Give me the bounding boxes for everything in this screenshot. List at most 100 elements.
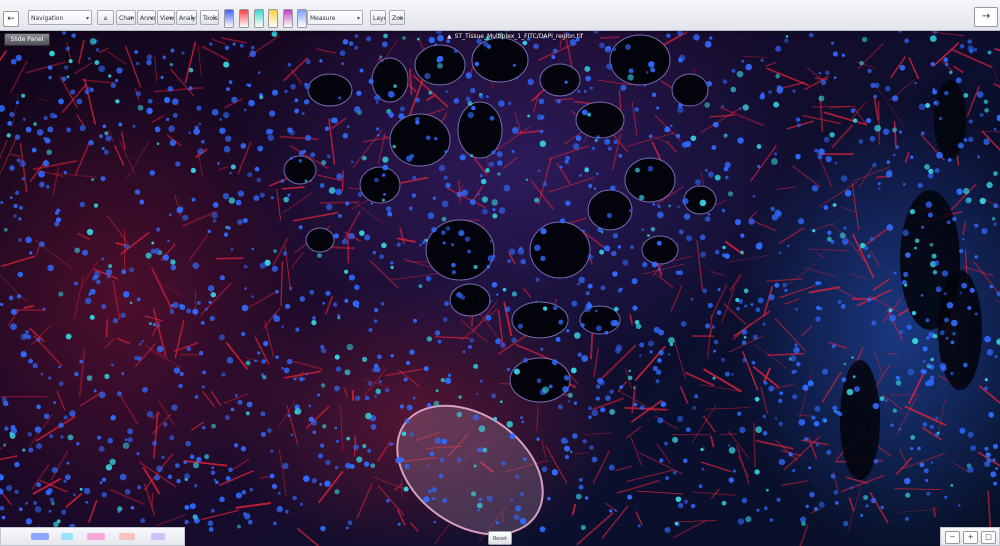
zoom-out-icon[interactable]: − xyxy=(945,531,960,544)
stroma-fibre xyxy=(908,57,920,80)
image-viewport[interactable] xyxy=(0,0,1000,546)
expand-triangle-icon[interactable]: ▲ xyxy=(447,32,452,42)
channel-cy5-toggle[interactable] xyxy=(239,9,249,28)
chip-0[interactable] xyxy=(31,533,49,540)
nucleus xyxy=(168,213,172,217)
nucleus xyxy=(923,468,929,474)
zoom-dropdown[interactable]: Zoom xyxy=(389,10,405,25)
nucleus xyxy=(926,336,930,340)
nucleus xyxy=(63,170,67,175)
nucleus xyxy=(650,67,656,73)
cyan-cell xyxy=(755,426,763,433)
nucleus xyxy=(495,338,502,345)
cyan-cell xyxy=(383,33,388,39)
nucleus xyxy=(551,55,556,60)
cyan-cell xyxy=(712,376,716,380)
slide-panel-button[interactable]: Slide Panel xyxy=(4,33,50,46)
chip-4[interactable] xyxy=(151,533,165,540)
chip-3[interactable] xyxy=(119,533,135,540)
nucleus xyxy=(270,196,274,200)
stroma-fibre xyxy=(583,432,613,436)
forward-arrow-icon[interactable]: → xyxy=(974,7,998,27)
navigation-dropdown[interactable]: Navigation xyxy=(28,10,92,25)
nucleus xyxy=(630,245,635,250)
nucleus xyxy=(325,459,331,466)
chip-1[interactable] xyxy=(61,533,73,540)
nucleus xyxy=(778,251,781,254)
nucleus xyxy=(188,131,191,134)
stroma-fibre xyxy=(799,523,809,546)
nucleus xyxy=(778,398,783,403)
stroma-fibre xyxy=(373,476,402,489)
cyan-cell xyxy=(467,101,473,107)
stroma-fibre xyxy=(523,288,532,298)
nucleus xyxy=(871,320,877,326)
nucleus xyxy=(934,168,940,173)
reset-view-button[interactable]: Reset xyxy=(488,531,512,545)
cyan-cell xyxy=(714,174,721,181)
back-arrow-icon[interactable]: ← xyxy=(3,11,19,27)
nucleus xyxy=(979,112,984,117)
nucleus xyxy=(157,324,161,328)
nucleus xyxy=(899,329,904,334)
cyan-cell xyxy=(912,337,919,345)
cyan-cell xyxy=(721,500,727,506)
zoom-in-icon[interactable]: + xyxy=(963,531,978,544)
nucleus xyxy=(390,261,394,265)
nucleus xyxy=(404,418,410,424)
nucleus xyxy=(200,320,205,325)
nucleus xyxy=(381,173,386,177)
nucleus xyxy=(952,216,957,222)
nucleus xyxy=(385,206,392,212)
view-dropdown[interactable]: View xyxy=(157,10,175,25)
channel-composite-toggle[interactable] xyxy=(297,9,307,28)
nucleus xyxy=(31,147,37,153)
nucleus xyxy=(10,58,17,65)
fit-window-icon[interactable]: □ xyxy=(981,531,996,544)
nucleus xyxy=(976,91,984,98)
cyan-cell xyxy=(51,501,55,506)
nucleus xyxy=(763,381,768,385)
nucleus xyxy=(338,96,342,100)
stroma-fibre xyxy=(66,42,72,62)
layout-button[interactable]: Layout xyxy=(370,10,386,25)
annotation-dropdown[interactable]: Annot. xyxy=(137,10,156,25)
analysis-dropdown[interactable]: Analysis xyxy=(176,10,197,25)
nucleus xyxy=(798,419,806,426)
nucleus xyxy=(396,242,401,247)
nucleus xyxy=(657,417,664,424)
stroma-fibre xyxy=(76,114,85,126)
nucleus xyxy=(989,284,993,289)
nucleus xyxy=(136,451,140,456)
nucleus xyxy=(633,402,638,407)
channel-txred-toggle[interactable] xyxy=(283,9,293,28)
channel-fitc-toggle[interactable] xyxy=(254,9,264,28)
measure-dropdown[interactable]: Measure xyxy=(307,10,363,25)
bottom-left-panel xyxy=(0,527,185,546)
nucleus xyxy=(197,148,204,155)
home-icon[interactable]: ⌂ xyxy=(97,10,114,25)
stroma-fibre xyxy=(197,44,202,78)
cyan-cell xyxy=(587,112,592,117)
nucleus xyxy=(156,345,164,353)
channel-dropdown[interactable]: Channel xyxy=(116,10,136,25)
nucleus xyxy=(712,325,716,329)
nucleus xyxy=(354,34,359,38)
nucleus xyxy=(74,371,79,377)
nucleus xyxy=(467,344,473,350)
nucleus xyxy=(667,353,671,356)
nucleus xyxy=(727,444,731,447)
channel-cy3-toggle[interactable] xyxy=(268,9,278,28)
nucleus xyxy=(807,380,814,387)
tools-dropdown[interactable]: Tools xyxy=(200,10,219,25)
nucleus xyxy=(79,124,86,132)
stroma-fibre xyxy=(119,394,139,425)
stroma-fibre xyxy=(729,274,742,292)
nucleus xyxy=(275,355,279,359)
nucleus xyxy=(445,90,448,93)
nucleus xyxy=(368,78,374,84)
channel-dapi-toggle[interactable] xyxy=(224,9,234,28)
nucleus xyxy=(374,308,379,313)
chip-2[interactable] xyxy=(87,533,105,540)
cyan-cell xyxy=(613,306,619,312)
